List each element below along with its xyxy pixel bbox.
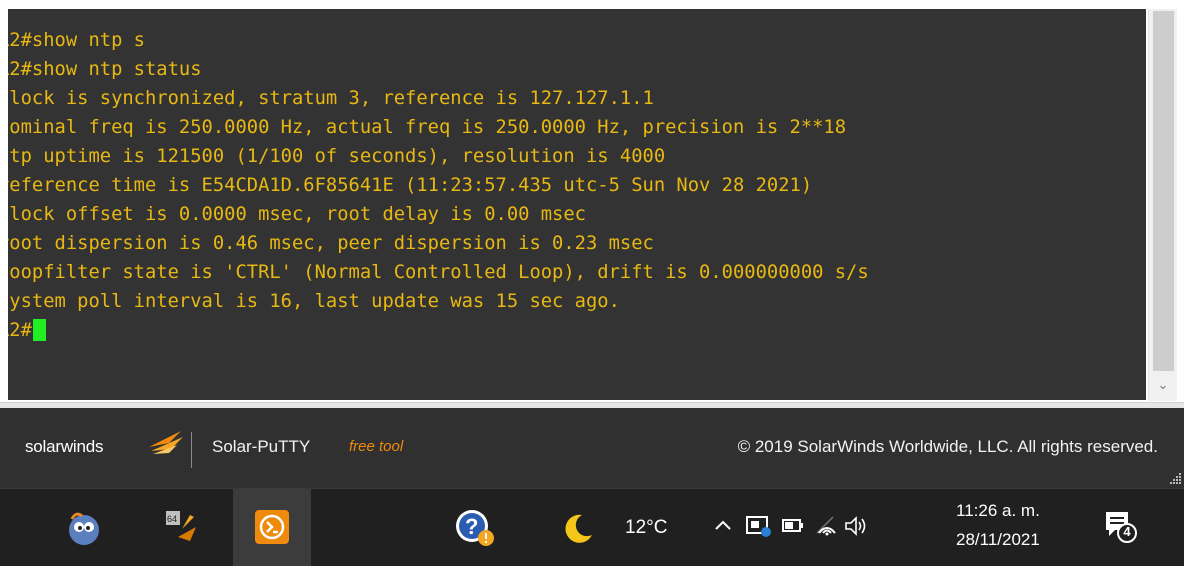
- terminal-line: loopfilter state is 'CTRL' (Normal Contr…: [8, 262, 869, 283]
- taskbar-app-2[interactable]: 64: [141, 489, 219, 566]
- terminal-output[interactable]: R2#show ntp s R2#show ntp status Clock is …: [8, 9, 1146, 400]
- terminal-line: root dispersion is 0.46 msec, peer dispe…: [8, 233, 654, 254]
- terminal-line: R2#show ntp s: [8, 30, 145, 51]
- solar-putty-icon: [255, 510, 289, 544]
- clock-time[interactable]: 11:26 a. m.: [956, 501, 1040, 521]
- display-icon[interactable]: [744, 513, 772, 539]
- solarwinds-flame-icon: [149, 431, 183, 454]
- terminal-line: R2#: [8, 320, 32, 341]
- battery-icon[interactable]: [781, 513, 805, 539]
- moon-icon: [565, 514, 592, 543]
- taskbar-app-solar-putty[interactable]: [233, 489, 311, 566]
- copyright-text: © 2019 SolarWinds Worldwide, LLC. All ri…: [737, 437, 1158, 456]
- taskbar-app-gimp[interactable]: [45, 489, 123, 566]
- vertical-scrollbar[interactable]: ⌄: [1148, 9, 1177, 401]
- terminal-line: ntp uptime is 121500 (1/100 of seconds),…: [8, 146, 666, 167]
- footer-separator: [191, 432, 192, 468]
- weather-temperature[interactable]: 12°C: [625, 517, 667, 539]
- free-tool-label: free tool: [349, 438, 404, 455]
- scrollbar-thumb[interactable]: [1153, 11, 1174, 371]
- chevron-up-icon[interactable]: [713, 513, 733, 539]
- solarputty-footer: solarwinds Solar-PuTTY free tool © 2019 …: [0, 408, 1184, 488]
- svg-text:64: 64: [167, 514, 177, 524]
- terminal-line: nominal freq is 250.0000 Hz, actual freq…: [8, 117, 847, 138]
- clock-date[interactable]: 28/11/2021: [956, 530, 1040, 550]
- resize-grip-icon[interactable]: [1168, 471, 1182, 485]
- taskbar: 64 ? 12°C 11:26 a. m. 28/11/2021 4: [0, 488, 1184, 566]
- terminal-line: reference time is E54CDA1D.6F85641E (11:…: [8, 175, 813, 196]
- solarwinds-logo: solarwinds: [25, 437, 104, 456]
- volume-icon[interactable]: [843, 513, 869, 539]
- terminal-cursor: [32, 319, 46, 341]
- help-icon[interactable]: ?: [454, 508, 496, 548]
- terminal-line: system poll interval is 16, last update …: [8, 291, 620, 312]
- terminal-window: R2#show ntp s R2#show ntp status Clock is …: [0, 0, 1184, 406]
- app-name: Solar-PuTTY: [212, 437, 311, 456]
- terminal-line: Clock is synchronized, stratum 3, refere…: [8, 88, 654, 109]
- terminal-line: clock offset is 0.0000 msec, root delay …: [8, 204, 586, 225]
- gimp-icon: [69, 512, 99, 545]
- wifi-icon[interactable]: [813, 513, 839, 539]
- app-icon: 64: [166, 511, 196, 543]
- scroll-down-icon[interactable]: ⌄: [1149, 374, 1177, 398]
- terminal-line: R2#show ntp status: [8, 59, 202, 80]
- svg-text:?: ?: [465, 514, 478, 539]
- notification-count-badge: 4: [1123, 524, 1131, 539]
